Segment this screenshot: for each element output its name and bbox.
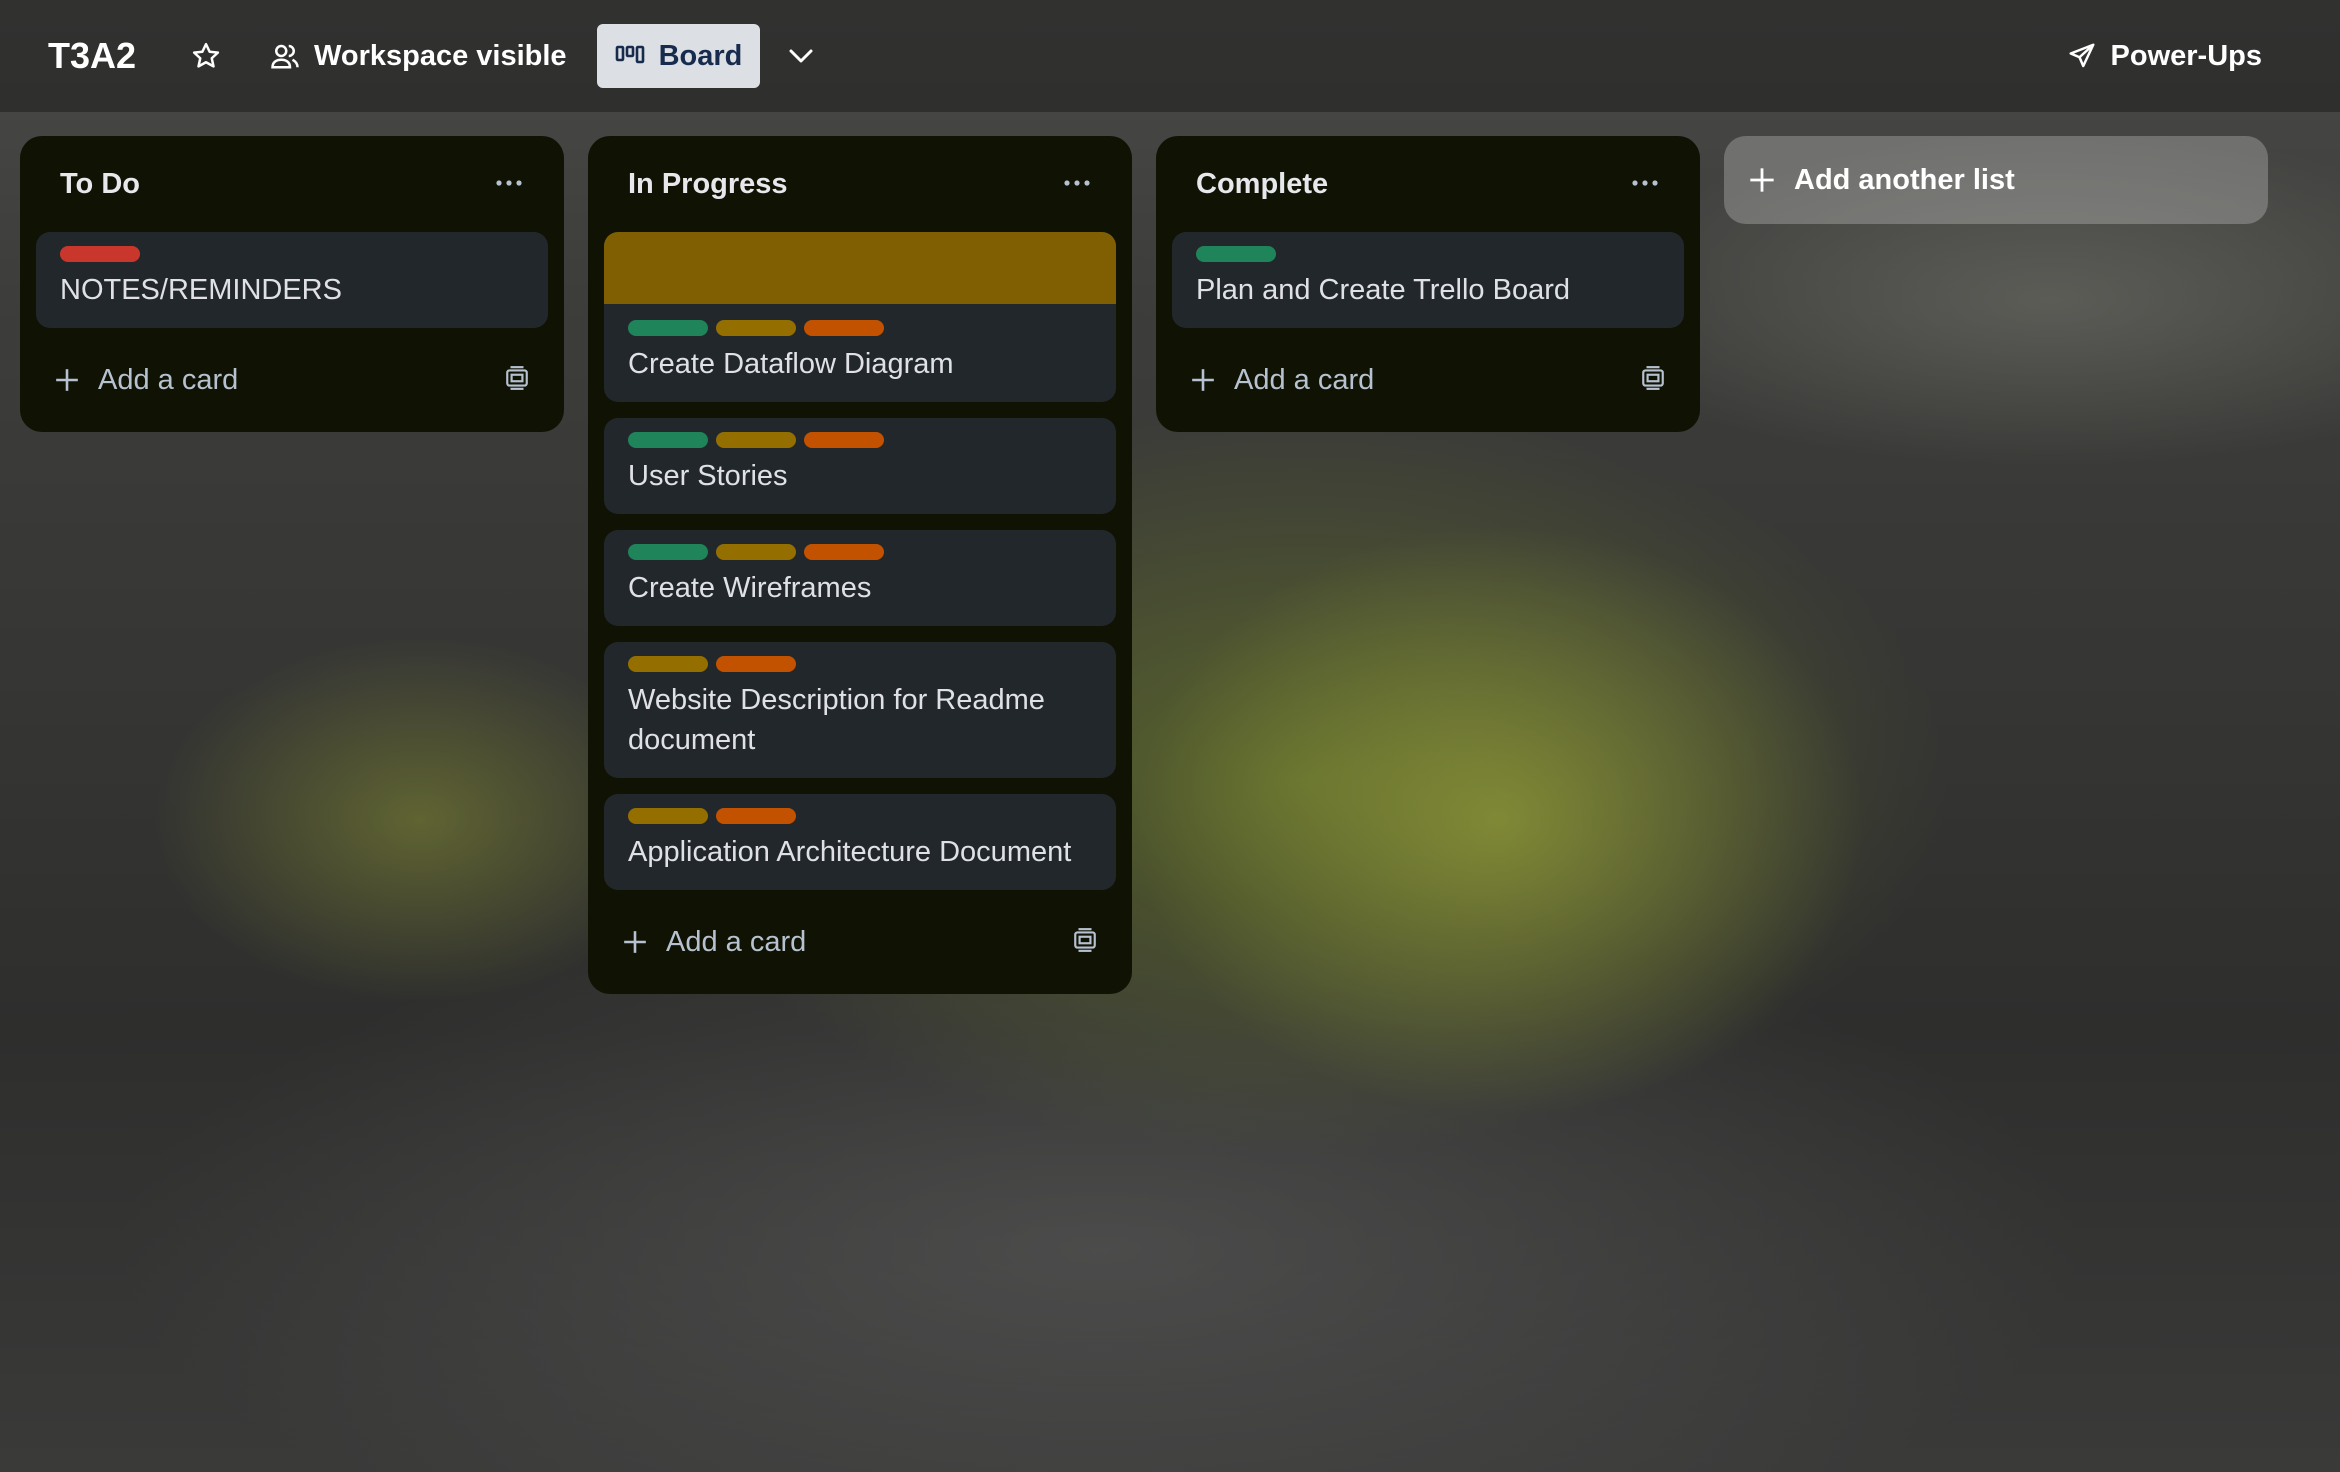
card-label-orange[interactable]: [804, 544, 884, 560]
add-another-list-label: Add another list: [1794, 163, 2015, 196]
plus-icon: [56, 369, 78, 391]
plus-icon: [1750, 168, 1774, 192]
add-card-button[interactable]: Add a card: [622, 926, 806, 959]
rocket-icon: [2069, 43, 2095, 68]
star-icon[interactable]: [178, 28, 234, 84]
board-title[interactable]: T3A2: [48, 35, 136, 77]
list-in-progress: In Progress Create Dataflow Diagram User…: [588, 136, 1132, 994]
card-title: Application Architecture Document: [628, 836, 1072, 868]
card-title: Website Description for Readme document: [628, 684, 1045, 756]
add-card-button[interactable]: Add a card: [54, 364, 238, 397]
card[interactable]: NOTES/REMINDERS: [36, 232, 548, 328]
card[interactable]: User Stories: [604, 418, 1116, 514]
card[interactable]: Create Wireframes: [604, 530, 1116, 626]
card-template-icon[interactable]: [1640, 365, 1666, 396]
card-label-green[interactable]: [1196, 246, 1276, 262]
add-another-list-button[interactable]: Add another list: [1724, 136, 2268, 224]
card-label-orange[interactable]: [804, 320, 884, 336]
card[interactable]: Application Architecture Document: [604, 794, 1116, 890]
card-template-icon[interactable]: [504, 365, 530, 396]
plus-icon: [624, 931, 646, 953]
card-label-yellow[interactable]: [628, 808, 708, 824]
card-label-orange[interactable]: [804, 432, 884, 448]
chevron-down-icon: [789, 49, 813, 63]
card-title: User Stories: [628, 460, 788, 492]
list-to-do: To Do NOTES/REMINDERS Add a card: [20, 136, 564, 432]
card-label-green[interactable]: [628, 432, 708, 448]
card-label-yellow[interactable]: [716, 320, 796, 336]
card-label-green[interactable]: [628, 320, 708, 336]
card-cover: [604, 232, 1116, 304]
card[interactable]: Plan and Create Trello Board: [1172, 232, 1684, 328]
board-icon: [615, 45, 644, 64]
card-template-icon[interactable]: [1072, 927, 1098, 958]
card-label-yellow[interactable]: [716, 432, 796, 448]
card-label-orange[interactable]: [716, 808, 796, 824]
people-icon: [271, 44, 299, 69]
board-header: T3A2 Workspace visible Board Power-Ups: [0, 0, 2340, 112]
card-label-yellow[interactable]: [716, 544, 796, 560]
add-card-label: Add a card: [666, 925, 807, 958]
list-menu-icon[interactable]: [494, 175, 524, 193]
card[interactable]: Create Dataflow Diagram: [604, 232, 1116, 402]
board-view-button[interactable]: Board: [596, 24, 761, 88]
power-ups-button[interactable]: Power-Ups: [2049, 24, 2280, 88]
card-label-red[interactable]: [60, 246, 140, 262]
list-title[interactable]: Complete: [1196, 168, 1328, 201]
card-label-orange[interactable]: [716, 656, 796, 672]
view-switcher-button[interactable]: [772, 24, 844, 88]
workspace-visible-label: Workspace visible: [314, 39, 567, 72]
power-ups-label: Power-Ups: [2110, 39, 2262, 72]
add-card-label: Add a card: [1234, 363, 1375, 396]
add-card-button[interactable]: Add a card: [1190, 364, 1374, 397]
card-title: Create Wireframes: [628, 572, 872, 604]
list-title[interactable]: To Do: [60, 168, 140, 201]
plus-icon: [1192, 369, 1214, 391]
card-title: Create Dataflow Diagram: [628, 348, 954, 380]
card-title: Plan and Create Trello Board: [1196, 274, 1570, 306]
list-complete: Complete Plan and Create Trello Board Ad…: [1156, 136, 1700, 432]
card-title: NOTES/REMINDERS: [60, 274, 342, 306]
list-menu-icon[interactable]: [1062, 175, 1092, 193]
card[interactable]: Website Description for Readme document: [604, 642, 1116, 778]
list-title[interactable]: In Progress: [628, 168, 788, 201]
card-label-green[interactable]: [628, 544, 708, 560]
list-menu-icon[interactable]: [1630, 175, 1660, 193]
add-card-label: Add a card: [98, 363, 239, 396]
card-label-yellow[interactable]: [628, 656, 708, 672]
board-view-label: Board: [658, 39, 743, 72]
workspace-visible-button[interactable]: Workspace visible: [252, 24, 585, 88]
